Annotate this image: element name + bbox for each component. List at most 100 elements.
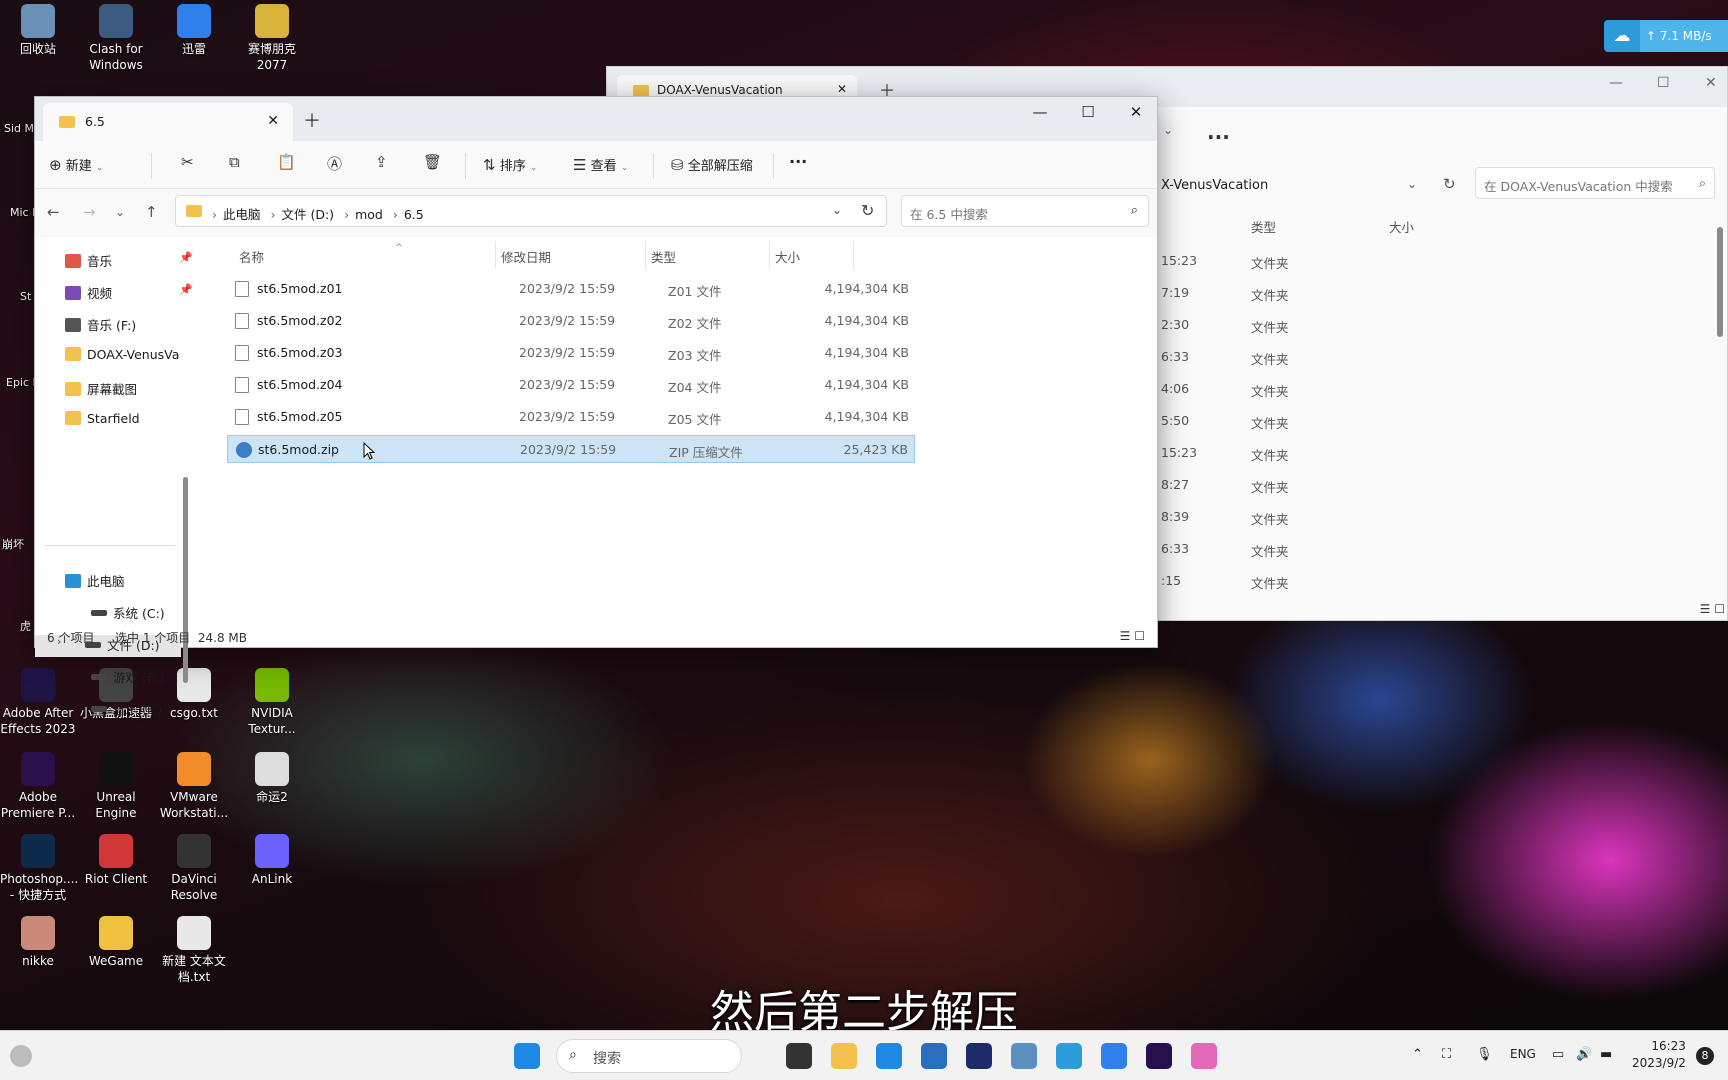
column-header-type[interactable]: 类型 (651, 247, 676, 266)
breadcrumb-item[interactable]: 6.5 (404, 207, 424, 222)
file-row[interactable]: st6.5mod.z05 2023/9/2 15:59 Z05 文件 4,194,30… (227, 403, 915, 431)
extract-all-button[interactable]: ⛁ 全部解压缩 (671, 155, 753, 174)
sidebar-item-drive[interactable]: ›音乐 (F:) (91, 699, 191, 721)
clock[interactable]: 16:23 2023/9/2 (1632, 1038, 1686, 1072)
bg-list-item[interactable]: 6:33 文件夹 (1161, 541, 1461, 561)
edge-icon[interactable] (876, 1043, 902, 1069)
desktop-edge-label[interactable]: 虎 (20, 620, 31, 634)
desktop-icon[interactable]: 回收站 (0, 4, 76, 57)
view-button[interactable]: ☰ 查看 ⌄ (573, 155, 628, 174)
file-explorer-icon[interactable] (831, 1043, 857, 1069)
explorer-window[interactable]: 6.5 ✕ ＋ — ☐ ✕ ⊕ 新建 ⌄ ✂ ⧉ 📋 Ⓐ ⇪ 🗑 ⇅ 排序 ⌄ … (34, 96, 1158, 717)
close-tab-icon[interactable]: ✕ (267, 113, 279, 129)
desktop-icon[interactable]: Adobe After Effects 2023 (0, 668, 76, 737)
file-row[interactable]: st6.5mod.z04 2023/9/2 15:59 Z04 文件 4,194,30… (227, 371, 915, 399)
widgets-icon[interactable] (10, 1045, 32, 1067)
desktop-icon[interactable]: Photoshop.... - 快捷方式 (0, 834, 78, 903)
desktop-icon[interactable]: WeGame (78, 916, 154, 969)
microphone-icon[interactable]: 🎙 (1476, 1047, 1493, 1062)
maximize-icon[interactable]: ☐ (1657, 75, 1670, 91)
bg-list-item[interactable]: 8:27 文件夹 (1161, 477, 1461, 497)
bg-list-item[interactable]: 6:33 文件夹 (1161, 349, 1461, 369)
settings-icon[interactable] (1011, 1043, 1037, 1069)
column-header-size[interactable]: 大小 (775, 247, 800, 266)
back-icon[interactable]: ← (47, 203, 60, 221)
minimize-icon[interactable]: — (1025, 103, 1055, 121)
tab-6-5[interactable]: 6.5 ✕ (43, 103, 293, 141)
sidebar-item[interactable]: 视频 📌 (65, 283, 195, 305)
desktop-icon[interactable]: AnLink (234, 834, 310, 887)
desktop-icon[interactable]: Clash for Windows (78, 4, 154, 73)
breadcrumb-item[interactable]: mod (355, 207, 383, 222)
bg-list-item[interactable]: 2:30 文件夹 (1161, 317, 1461, 337)
desktop-icon[interactable]: Adobe Premiere P... (0, 752, 76, 821)
premiere-icon[interactable] (1146, 1043, 1172, 1069)
address-dropdown-icon[interactable]: ⌄ (832, 203, 842, 217)
cut-icon[interactable]: ✂ (151, 153, 194, 171)
sidebar-item[interactable]: 屏幕截图 (65, 379, 195, 401)
up-icon[interactable]: ↑ (145, 203, 158, 221)
taskbar-search[interactable]: ⌕ 搜索 (556, 1039, 742, 1073)
desktop-icon[interactable]: Riot Client (78, 834, 154, 887)
sidebar-item[interactable]: 音乐 📌 (65, 251, 195, 273)
forward-icon[interactable]: → (83, 203, 96, 221)
breadcrumb-item[interactable]: 文件 (D:) (282, 207, 335, 222)
refresh-icon[interactable]: ↻ (861, 201, 874, 220)
delete-icon[interactable]: 🗑 (393, 153, 442, 171)
close-icon[interactable]: ✕ (1121, 103, 1151, 121)
scrollbar[interactable] (1717, 227, 1723, 337)
close-tab-icon[interactable]: ✕ (837, 82, 847, 96)
new-tab-icon[interactable]: ＋ (303, 107, 321, 133)
bg-list-item[interactable]: 5:50 文件夹 (1161, 413, 1461, 433)
desktop-icon[interactable]: 新建 文本文 档.txt (156, 916, 232, 985)
desktop-edge-label[interactable]: 崩坏 (2, 538, 24, 552)
language-indicator[interactable]: ENG (1510, 1047, 1536, 1061)
bg-list-item[interactable]: 4:06 文件夹 (1161, 381, 1461, 401)
sidebar-item[interactable]: DOAX-VenusVa (65, 347, 195, 369)
sidebar-item-this-pc[interactable]: ⌄ 此电脑 (65, 571, 195, 593)
start-icon[interactable] (514, 1043, 540, 1069)
minimize-icon[interactable]: — (1609, 75, 1623, 91)
copy-icon[interactable]: ⧉ (199, 153, 240, 171)
app-icon[interactable] (966, 1043, 992, 1069)
tray-app-icon[interactable]: ⛶ (1442, 1047, 1451, 1062)
sidebar-scrollbar[interactable] (183, 477, 188, 683)
bg-list-item[interactable]: 8:39 文件夹 (1161, 509, 1461, 529)
bg-list-item[interactable]: 15:23 文件夹 (1161, 445, 1461, 465)
sort-button[interactable]: ⇅ 排序 ⌄ (483, 155, 537, 174)
close-icon[interactable]: ✕ (1705, 75, 1717, 91)
rename-icon[interactable]: Ⓐ (297, 153, 342, 174)
paste-icon[interactable]: 📋 (247, 153, 296, 171)
bg-list-item[interactable]: 15:23 文件夹 (1161, 253, 1461, 273)
file-row[interactable]: st6.5mod.z01 2023/9/2 15:59 Z01 文件 4,194,30… (227, 275, 915, 303)
address-bar[interactable]: › 此电脑 › 文件 (D:) › mod › 6.5 ⌄ ↻ (175, 195, 887, 227)
desktop-icon[interactable]: VMware Workstati... (156, 752, 232, 821)
network-icon[interactable]: ▭ (1552, 1047, 1564, 1062)
chevron-down-icon[interactable]: ⌄ (1163, 123, 1173, 137)
xunlei-icon[interactable] (1101, 1043, 1127, 1069)
desktop-icon[interactable]: DaVinci Resolve (156, 834, 232, 903)
battery-icon[interactable]: ▬ (1600, 1047, 1612, 1062)
sidebar-item-drive[interactable]: ›系统 (C:) (91, 603, 191, 625)
sidebar-item-drive[interactable]: ›游戏 (E:) (91, 667, 191, 689)
column-header-size[interactable]: 大小 (1389, 217, 1414, 236)
more-options-icon[interactable]: ··· (1207, 125, 1230, 149)
network-speed-widget[interactable]: ☁ ↑ 7.1 MB/s (1604, 20, 1728, 52)
heart-app-icon[interactable] (1191, 1043, 1217, 1069)
bg-search-input[interactable]: 在 DOAX-VenusVacation 中搜索 ⌕ (1475, 167, 1715, 199)
share-icon[interactable]: ⇪ (345, 153, 388, 171)
desktop-icon[interactable]: 迅雷 (156, 4, 232, 57)
file-row[interactable]: st6.5mod.z03 2023/9/2 15:59 Z03 文件 4,194,30… (227, 339, 915, 367)
desktop-icon[interactable]: nikke (0, 916, 76, 969)
sidebar-item[interactable]: 音乐 (F:) (65, 315, 195, 337)
column-header-type[interactable]: 类型 (1251, 217, 1276, 236)
bg-address-text[interactable]: X-VenusVacation (1161, 178, 1268, 193)
view-toggle-buttons[interactable]: ☰ ☐ (1120, 629, 1145, 643)
desktop-icon[interactable]: NVIDIA Textur... (234, 668, 310, 737)
new-button[interactable]: ⊕ 新建 ⌄ (49, 155, 103, 174)
recent-chevron-icon[interactable]: ⌄ (115, 205, 125, 219)
column-header-date[interactable]: 修改日期 (501, 247, 551, 266)
volume-icon[interactable]: 🔊 (1576, 1047, 1592, 1062)
file-row[interactable]: st6.5mod.z02 2023/9/2 15:59 Z02 文件 4,194,30… (227, 307, 915, 335)
search-input[interactable]: 在 6.5 中搜索 ⌕ (901, 195, 1149, 227)
